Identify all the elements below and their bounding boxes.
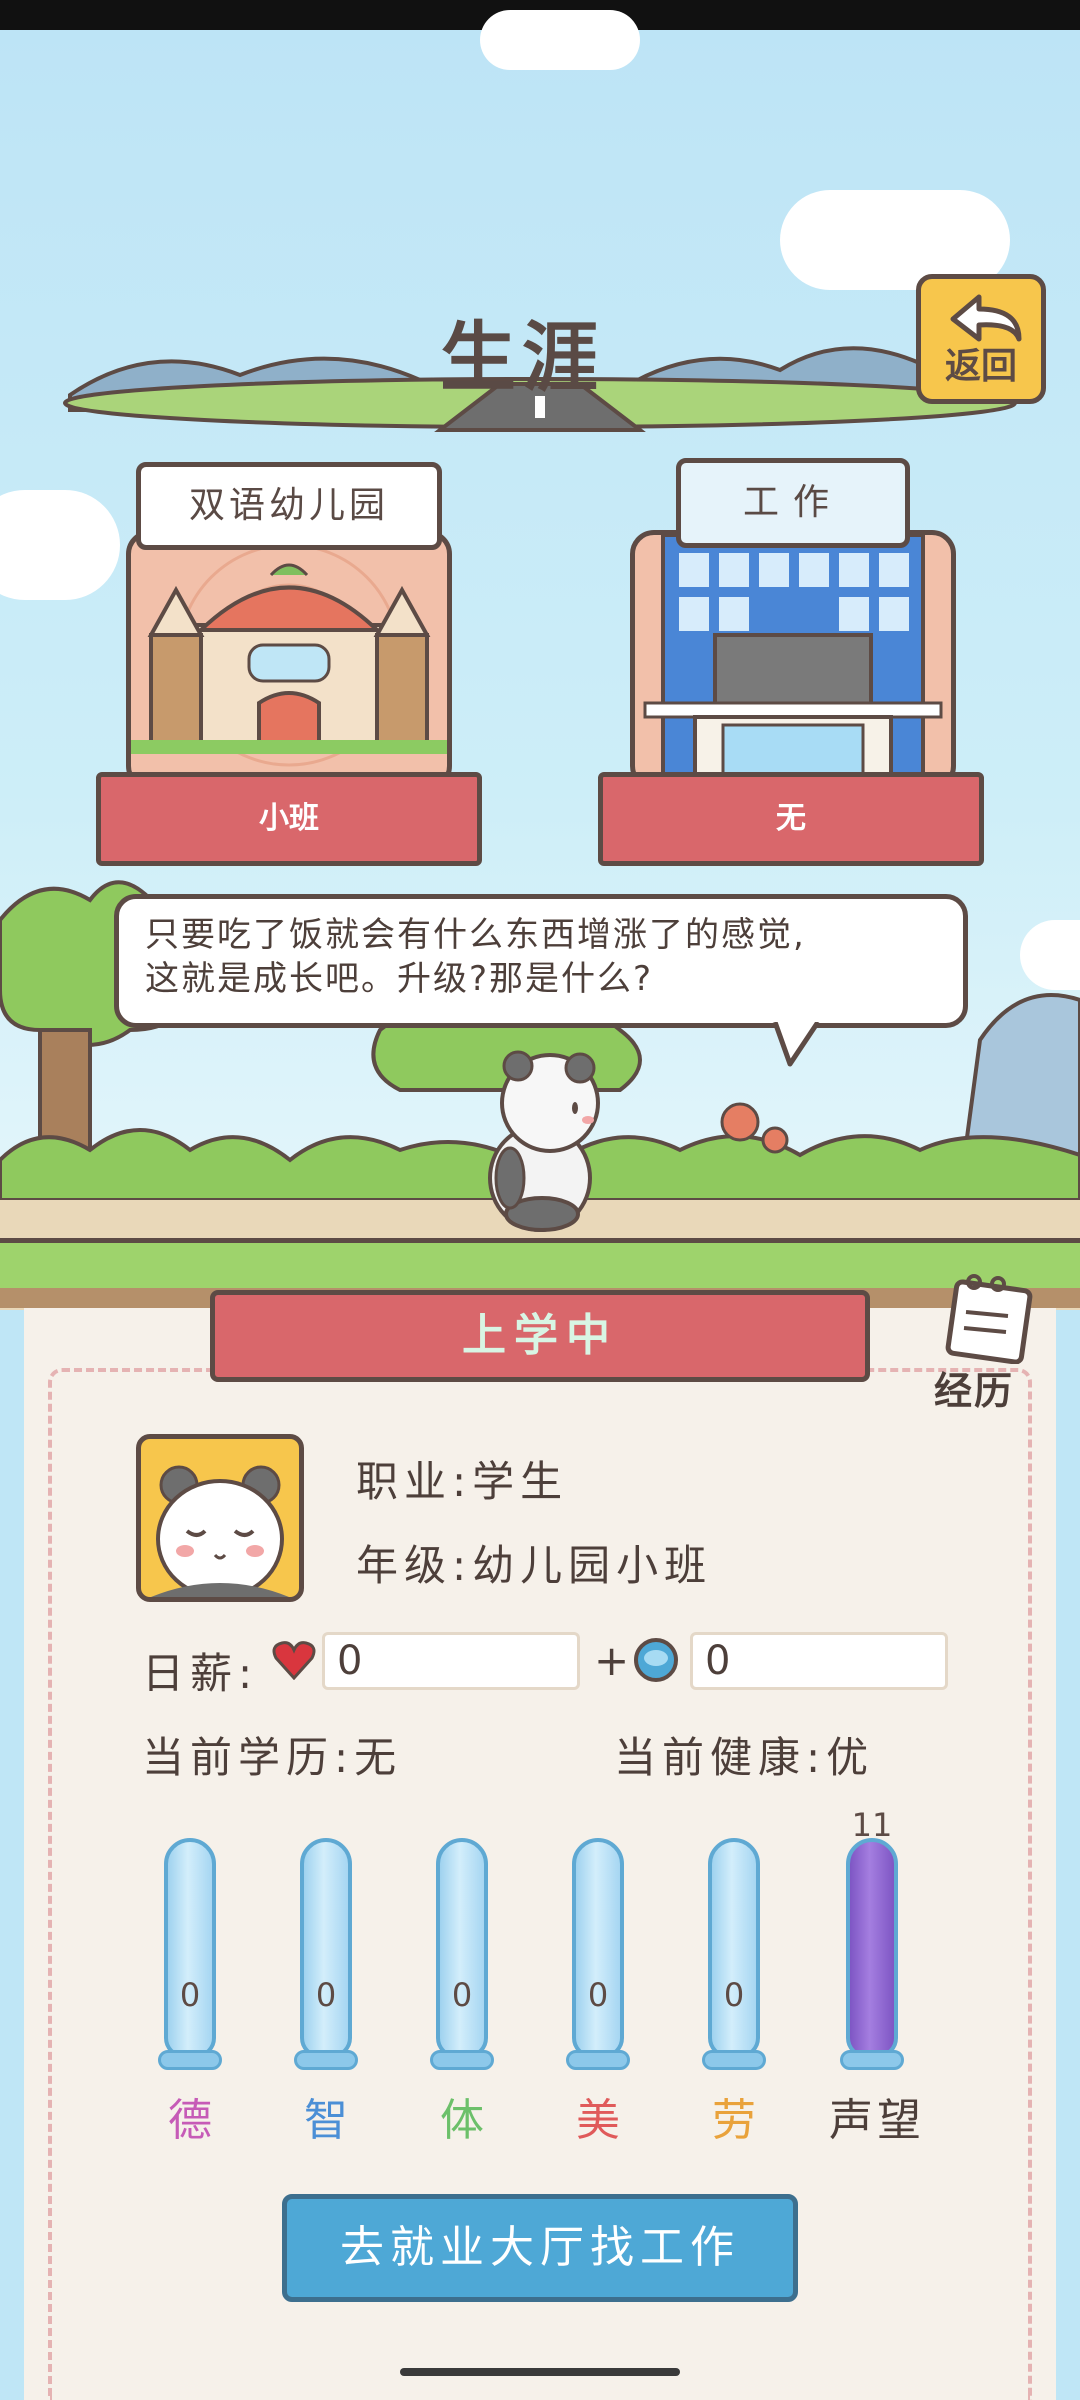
tube-value: 0 [315,1976,337,2014]
office-building-icon [643,535,943,785]
cloud-left [0,490,120,600]
tube-base [294,2050,358,2070]
attribute-tube-ti: 0 [430,1838,494,2070]
kindergarten-building-icon [131,543,447,767]
grade-value: 幼儿园小班 [472,1541,713,1590]
status-ribbon: 上学中 [210,1290,870,1382]
work-card[interactable] [630,530,956,790]
attribute-label-mei: 美 [576,2095,620,2146]
cloud-top [480,10,640,70]
speech-bubble: 只要吃了饭就会有什么东西增涨了的感觉, 这就是成长吧。升级?那是什么? [114,894,968,1028]
speech-bubble-tail [772,1022,821,1067]
tube-value: 0 [179,1976,201,2014]
page-title: 生涯 [440,313,604,402]
tube-value: 11 [851,1806,893,1844]
speech-line-2: 这就是成长吧。升级?那是什么? [145,959,654,999]
coin-salary-field: 0 [690,1632,948,1690]
home-indicator[interactable] [400,2368,680,2376]
back-button-label: 返回 [944,346,1017,387]
notebook-icon [945,1274,1033,1364]
tube-base [702,2050,766,2070]
tube-glass [708,1838,760,2058]
tube-base [840,2050,904,2070]
back-button[interactable]: 返回 [916,274,1046,404]
job-row: 职业:学生 [356,1448,568,1509]
salary-plus: + [594,1636,636,1685]
school-card-ribbon: 小班 [96,772,482,866]
attribute-tube-fame: 11 [840,1806,904,2070]
work-card-ribbon-label: 无 [776,801,806,836]
coin-icon [634,1638,678,1682]
panda-face-icon [151,1465,289,1597]
tube-glass [436,1838,488,2058]
attribute-label-de: 德 [168,2095,212,2146]
salary-label: 日薪: [142,1649,259,1698]
school-card-sign: 双语幼儿园 [136,462,442,550]
attribute-tube-zhi: 0 [294,1838,358,2070]
job-label: 职业: [356,1457,473,1506]
job-value: 学生 [472,1457,569,1506]
grade-row: 年级:幼儿园小班 [356,1532,712,1593]
tube-value: 0 [587,1976,609,2014]
grade-label: 年级: [356,1541,473,1590]
heart-salary-field: 0 [322,1632,580,1690]
tube-base [566,2050,630,2070]
health-row: 当前健康:优 [614,1724,874,1785]
tube-glass [164,1838,216,2058]
tube-glass [300,1838,352,2058]
attribute-label-lao: 劳 [712,2095,756,2146]
history-label: 经历 [934,1369,1015,1413]
avatar [136,1434,304,1602]
school-card-ribbon-label: 小班 [259,801,319,836]
work-card-ribbon: 无 [598,772,984,866]
tube-base [430,2050,494,2070]
school-card[interactable] [126,530,452,790]
speech-line-1: 只要吃了饭就会有什么东西增涨了的感觉, [145,915,806,955]
history-button[interactable]: 经历 [930,1272,1040,1413]
attribute-label-zhi: 智 [304,2095,348,2146]
education-value: 无 [354,1733,403,1782]
tube-glass-filled [846,1838,898,2058]
attribute-tube-lao: 0 [702,1838,766,2070]
work-card-sign: 工作 [676,458,910,548]
tube-glass [572,1838,624,2058]
job-hall-button[interactable]: 去就业大厅找工作 [282,2194,798,2302]
tube-value: 0 [723,1976,745,2014]
attribute-label-ti: 体 [440,2095,484,2146]
health-label: 当前健康: [614,1733,827,1782]
attribute-tube-mei: 0 [566,1838,630,2070]
heart-icon [272,1641,316,1680]
health-value: 优 [826,1733,875,1782]
education-label: 当前学历: [142,1733,355,1782]
attribute-label-fame: 声望 [829,2095,925,2146]
panda-character[interactable] [470,1048,610,1232]
tube-base [158,2050,222,2070]
attribute-tube-de: 0 [158,1838,222,2070]
education-row: 当前学历:无 [142,1724,402,1785]
work-card-sign-label: 工作 [742,482,843,523]
tube-value: 0 [451,1976,473,2014]
